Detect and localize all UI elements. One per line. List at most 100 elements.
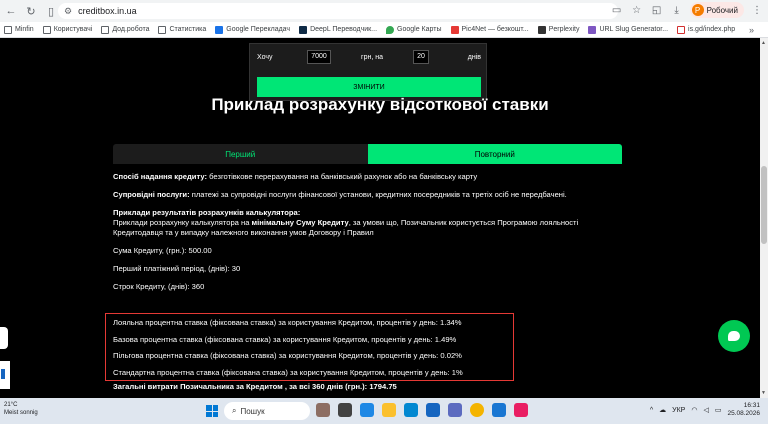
loan-calculator: Хочу 7000 грн, на 20 днів ЗМІНИТИ — [249, 43, 487, 101]
download-icon[interactable]: ⤓ — [670, 2, 684, 18]
scroll-up-icon[interactable]: ▲ — [761, 40, 766, 46]
bookmark-pic4net[interactable]: Pic4Net — безкошт... — [450, 25, 529, 34]
photos-icon[interactable] — [448, 403, 462, 417]
tab-repeat[interactable]: Повторний — [367, 144, 622, 164]
store-icon[interactable] — [404, 403, 418, 417]
word-icon[interactable] — [492, 403, 506, 417]
screen: ← ↻ ▯ ⚙ creditbox.in.ua ▭ ☆ ◱ ⤓ Р Робочи… — [0, 0, 768, 424]
loan-type-tabs: Перший Повторний — [113, 144, 622, 164]
start-button[interactable] — [206, 405, 218, 417]
task-view-icon[interactable] — [338, 403, 352, 417]
method-label: Спосіб надання кредиту: — [113, 172, 208, 181]
weather-desc: Meist sonnig — [4, 410, 38, 416]
scroll-down-icon[interactable]: ▼ — [761, 390, 766, 396]
method-text: безготівкове перерахування на банківськи… — [207, 172, 478, 181]
slug-icon — [588, 25, 597, 34]
folder-icon — [158, 25, 167, 34]
loan-term: Строк Кредиту, (днів): 360 — [113, 282, 205, 291]
flag-icon — [1, 369, 5, 379]
change-button[interactable]: ЗМІНИТИ — [257, 77, 481, 97]
wifi-icon[interactable]: ◠ — [691, 406, 697, 414]
toolbar-right: ▭ ☆ ◱ ⤓ Р Робочий ⋮ — [610, 2, 764, 18]
want-label: Хочу — [257, 53, 273, 61]
method-paragraph: Спосіб надання кредиту: безготівкове пер… — [113, 172, 623, 182]
folder-icon — [4, 25, 12, 34]
bookmark-extra-work[interactable]: Дод.робота — [101, 25, 149, 34]
bookmark-isgd[interactable]: is.gd/index.php — [677, 25, 735, 34]
battery-icon[interactable]: ▭ — [715, 406, 722, 414]
bookmark-google-translate[interactable]: Google Перекладач — [215, 25, 290, 34]
taskbar-apps — [316, 403, 528, 417]
examples-bold: мінімальну Суму Кредиту — [251, 218, 349, 227]
reload-icon[interactable]: ↻ — [22, 2, 40, 20]
file-explorer-icon[interactable] — [382, 403, 396, 417]
bookmark-url-slug[interactable]: URL Slug Generator... — [588, 25, 668, 34]
menu-icon[interactable]: ⋮ — [750, 2, 764, 18]
chevron-up-icon[interactable]: ^ — [650, 407, 653, 414]
taskbar-search[interactable]: ⌕ Пошук — [224, 402, 310, 420]
services-paragraph: Супровідні послуги: платежі за супровідн… — [113, 190, 623, 200]
terms-content: Спосіб надання кредиту: безготівкове пер… — [113, 172, 623, 300]
currency-label: грн, на — [361, 53, 383, 61]
days-input[interactable]: 20 — [413, 50, 429, 64]
clock[interactable]: 16:31 25.08.2026 — [727, 402, 760, 418]
avatar: Р — [691, 4, 704, 16]
outlook-icon[interactable] — [426, 403, 440, 417]
widgets-icon[interactable] — [316, 403, 330, 417]
rate-standard: Стандартна процентна ставка (фіксована с… — [113, 368, 463, 377]
extensions-icon[interactable]: ◱ — [650, 2, 664, 18]
bookmark-statistics[interactable]: Статистика — [158, 25, 206, 34]
bookmark-users[interactable]: Користувачі — [42, 25, 92, 34]
loan-sum: Сума Кредиту, (грн.): 500.00 — [113, 246, 212, 255]
site-settings-icon[interactable]: ⚙ — [64, 6, 72, 17]
bookmark-deepl[interactable]: DeepL Переводчик... — [299, 25, 377, 34]
first-period: Перший платіжний період, (днів): 30 — [113, 264, 241, 273]
chat-bubble-icon — [728, 331, 740, 341]
deepl-icon — [299, 25, 308, 34]
side-widget-flag[interactable] — [0, 361, 10, 389]
chat-button[interactable] — [718, 320, 750, 352]
calculator-row: Хочу 7000 грн, на 20 днів — [257, 49, 481, 65]
page-title: Приклад розрахунку відсоткової ставки — [211, 95, 549, 114]
language-indicator[interactable]: УКР — [672, 407, 685, 414]
folder-icon — [101, 25, 110, 34]
slack-icon[interactable] — [514, 403, 528, 417]
volume-icon[interactable]: ◁ — [703, 406, 708, 414]
address-url[interactable]: creditbox.in.ua — [78, 6, 137, 16]
map-pin-icon — [386, 25, 395, 34]
page-scrollbar[interactable]: ▲ ▼ — [760, 38, 768, 398]
bookmark-minfin[interactable]: Minfin — [4, 25, 34, 34]
page-viewport: Хочу 7000 грн, на 20 днів ЗМІНИТИ Прикла… — [0, 38, 768, 398]
cast-icon[interactable]: ▭ — [610, 2, 624, 18]
bookmark-perplexity[interactable]: Perplexity — [537, 25, 579, 34]
search-label: Пошук — [240, 406, 265, 416]
bookmarks-bar: Minfin Користувачі Дод.робота Статистика… — [0, 22, 768, 38]
chrome-icon[interactable] — [470, 403, 484, 417]
profile-label: Робочий — [706, 5, 738, 15]
amount-input[interactable]: 7000 — [307, 50, 331, 64]
bookmarks-overflow-icon[interactable]: » — [749, 25, 754, 35]
scrollbar-thumb[interactable] — [761, 166, 767, 244]
bookmark-google-maps[interactable]: Google Карты — [386, 25, 442, 34]
folder-icon — [42, 25, 51, 34]
system-tray: ^ ☁ УКР ◠ ◁ ▭ 16:31 25.08.2026 — [650, 402, 760, 418]
star-icon[interactable]: ☆ — [630, 2, 644, 18]
cloud-icon[interactable]: ☁ — [659, 406, 666, 414]
windows-taskbar: 21°C Meist sonnig ⌕ Пошук ^ ☁ УКР ◠ ◁ ▭ — [0, 398, 768, 424]
address-bar[interactable]: ⚙ creditbox.in.ua — [58, 3, 618, 19]
side-widget-tab[interactable] — [0, 327, 8, 349]
examples-paragraph: Приклади результатів розрахунків калькул… — [113, 208, 623, 238]
days-label: днів — [467, 53, 481, 61]
time: 16:31 — [743, 402, 760, 409]
services-label: Супровідні послуги: — [113, 190, 190, 199]
rate-loyal: Лояльна процентна ставка (фіксована став… — [113, 318, 462, 327]
back-icon[interactable]: ← — [2, 2, 20, 20]
tab-first[interactable]: Перший — [113, 144, 368, 164]
weather-widget[interactable]: 21°C Meist sonnig — [4, 401, 38, 417]
rate-preferential: Пільгова процентна ставка (фіксована ста… — [113, 351, 462, 360]
date: 25.08.2026 — [727, 410, 760, 417]
edge-icon[interactable] — [360, 403, 374, 417]
rate-base: Базова процентна ставка (фіксована ставк… — [113, 335, 457, 344]
profile-button[interactable]: Р Робочий — [689, 2, 744, 18]
examples-pre: Приклади розрахунку калькулятора на — [113, 218, 252, 227]
